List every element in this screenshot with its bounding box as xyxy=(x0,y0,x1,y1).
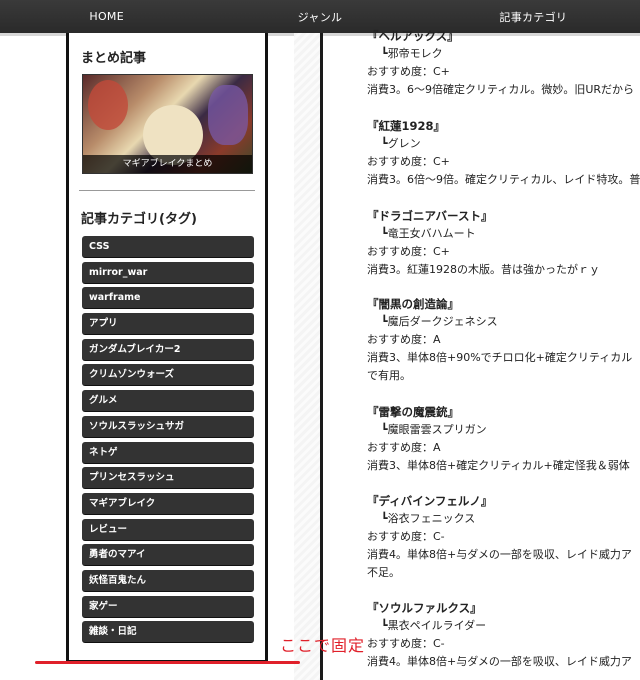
tag-console-game[interactable]: 家ゲー xyxy=(82,595,254,618)
entry-title: 『ソウルファルクス』 xyxy=(367,601,482,615)
thumb-art xyxy=(208,85,248,145)
tag-chat-diary[interactable]: 雑談・日記 xyxy=(82,621,254,644)
entry-description: 消費3、単体8倍+確定クリティカル+確定怪我＆弱体 xyxy=(367,459,630,472)
entry-title: 『ドラゴニアバースト』 xyxy=(367,209,493,223)
entry-rating: おすすめ度：A xyxy=(367,333,441,346)
annotation-underline xyxy=(35,661,300,664)
matome-caption: マギアブレイクまとめ xyxy=(83,155,252,173)
entry: 『闇黒の創造論』 ┗魔后ダークジェネシス おすすめ度：A 消費3、単体8倍+90… xyxy=(367,295,640,385)
nav-article-category[interactable]: 記事カテゴリ xyxy=(427,9,640,25)
entry-description: 不足。 xyxy=(367,566,400,579)
tag-magia-break[interactable]: マギアブレイク xyxy=(82,492,254,515)
entry: 『ソウルファルクス』 ┗黒衣ペイルライダー おすすめ度：C- 消費4。単体8倍+… xyxy=(367,599,640,671)
entry-description: 消費3。6倍～9倍。確定クリティカル、レイド特攻。普 xyxy=(367,173,640,186)
tag-gundam-breaker-2[interactable]: ガンダムブレイカー2 xyxy=(82,338,254,361)
entry-character: ┗魔后ダークジェネシス xyxy=(381,315,498,328)
entry-character: ┗竜王女バハムート xyxy=(381,227,476,240)
tag-yusha-no-maai[interactable]: 勇者のマアイ xyxy=(82,544,254,567)
nav-home[interactable]: HOME xyxy=(0,10,213,23)
entry-character: ┗浴衣フェニックス xyxy=(381,512,476,525)
entry: 『紅蓮1928』 ┗グレン おすすめ度：C+ 消費3。6倍～9倍。確定クリティカ… xyxy=(367,117,640,189)
tag-css[interactable]: CSS xyxy=(82,236,254,258)
entry-description: 消費3。6～9倍確定クリティカル。微妙。旧URだから xyxy=(367,83,635,96)
entry-character: ┗黒衣ペイルライダー xyxy=(381,619,487,632)
tag-mirror-war[interactable]: mirror_war xyxy=(82,261,254,284)
entry-description: 消費3。紅蓮1928の木版。昔は強かったがｒｙ xyxy=(367,263,600,276)
tag-crimson-wars[interactable]: クリムゾンウォーズ xyxy=(82,364,254,387)
entry: 『ヘルアックス』 ┗邪帝モレク おすすめ度：C+ 消費3。6～9倍確定クリティカ… xyxy=(367,27,640,99)
entry-title: 『闇黒の創造論』 xyxy=(367,297,459,311)
matome-thumbnail[interactable]: マギアブレイクまとめ xyxy=(82,74,253,174)
entry-description: 消費4。単体8倍+与ダメの一部を吸収、レイド威力ア xyxy=(367,655,632,668)
entry-rating: おすすめ度：C+ xyxy=(367,65,450,78)
thumb-art xyxy=(88,80,128,130)
entry-title: 『雷撃の魔震銃』 xyxy=(367,405,459,419)
tag-netgame[interactable]: ネトゲ xyxy=(82,441,254,464)
entry-title: 『ディバインフェルノ』 xyxy=(367,494,493,508)
entry: 『ディバインフェルノ』 ┗浴衣フェニックス おすすめ度：C- 消費4。単体8倍+… xyxy=(367,492,640,582)
nav-genre[interactable]: ジャンル xyxy=(213,9,426,25)
tag-gourmet[interactable]: グルメ xyxy=(82,390,254,413)
column-divider xyxy=(320,33,323,680)
tag-princess-rush[interactable]: プリンセスラッシュ xyxy=(82,467,254,490)
entry: 『ドラゴニアバースト』 ┗竜王女バハムート おすすめ度：C+ 消費3。紅蓮192… xyxy=(367,207,640,279)
fixed-here-annotation: ここで固定 xyxy=(280,636,366,655)
tag-warframe[interactable]: warframe xyxy=(82,287,254,310)
entry-rating: おすすめ度：C+ xyxy=(367,245,450,258)
tag-soul-slash-saga[interactable]: ソウルスラッシュサガ xyxy=(82,415,254,438)
entry-title: 『ヘルアックス』 xyxy=(367,29,459,43)
matome-heading: まとめ記事 xyxy=(81,51,147,66)
entry-character: ┗邪帝モレク xyxy=(381,47,443,60)
entry-character: ┗グレン xyxy=(381,137,421,150)
entry-rating: おすすめ度：A xyxy=(367,441,441,454)
tag-youkai-hyakkitan[interactable]: 妖怪百鬼たん xyxy=(82,569,254,592)
entry-character: ┗魔眼雷雲スプリガン xyxy=(381,423,487,436)
category-heading: 記事カテゴリ(タグ) xyxy=(81,212,197,227)
entry: 『雷撃の魔震銃』 ┗魔眼雷雲スプリガン おすすめ度：A 消費3、単体8倍+確定ク… xyxy=(367,403,640,475)
entry-rating: おすすめ度：C+ xyxy=(367,155,450,168)
entry-title: 『紅蓮1928』 xyxy=(367,119,446,133)
entry-rating: おすすめ度：C- xyxy=(367,530,445,543)
sidebar: まとめ記事 マギアブレイクまとめ 記事カテゴリ(タグ) CSS mirror_w… xyxy=(66,33,268,663)
article-body: 『ヘルアックス』 ┗邪帝モレク おすすめ度：C+ 消費3。6～9倍確定クリティカ… xyxy=(367,27,640,680)
entry-description: で有用。 xyxy=(367,369,411,382)
entry-rating: おすすめ度：C- xyxy=(367,637,445,650)
tag-list: CSS mirror_war warframe アプリ ガンダムブレイカー2 ク… xyxy=(82,236,254,647)
divider xyxy=(79,190,255,191)
tag-app[interactable]: アプリ xyxy=(82,313,254,336)
column-stripe xyxy=(294,33,320,680)
entry-description: 消費4。単体8倍+与ダメの一部を吸収、レイド威力ア xyxy=(367,548,632,561)
entry-description: 消費3、単体8倍+90%でチロロ化+確定クリティカル xyxy=(367,351,633,364)
tag-review[interactable]: レビュー xyxy=(82,518,254,541)
